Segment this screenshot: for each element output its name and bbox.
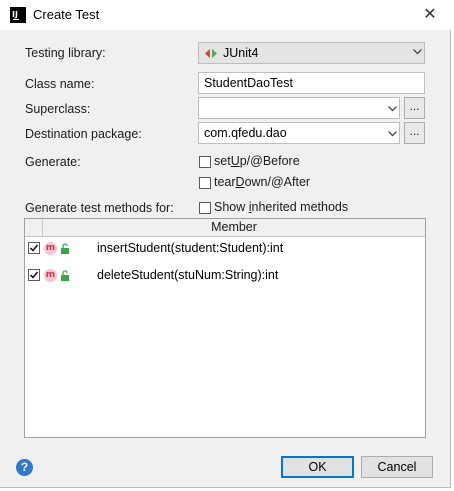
chevron-down-icon [413,49,422,56]
testing-library-value: JUnit4 [223,46,259,60]
junit-icon [205,48,217,59]
table-row[interactable]: m insertStudent(student:Student):int [25,237,425,261]
method-icon: m [44,269,57,282]
method-signature: insertStudent(student:Student):int [97,241,284,255]
class-name-input[interactable]: StudentDaoTest [198,72,425,94]
table-row[interactable]: m deleteStudent(stuNum:String):int [25,264,425,288]
intellij-app-icon: IJ [10,7,26,23]
destination-browse-button[interactable]: ... [404,122,425,144]
title-bar: IJ Create Test ✕ [0,0,451,30]
show-inherited-checkbox[interactable] [199,202,211,214]
ok-button[interactable]: OK [281,456,354,478]
teardown-label[interactable]: tearDown/@After [214,175,310,189]
setup-label[interactable]: setUp/@Before [214,154,300,168]
superclass-combo[interactable] [198,97,400,119]
row-checkbox[interactable] [28,269,40,281]
superclass-browse-button[interactable]: ... [404,97,425,119]
testing-library-label: Testing library: [25,46,106,60]
row-checkbox[interactable] [28,242,40,254]
chevron-down-icon[interactable] [388,131,397,138]
destination-package-label: Destination package: [25,127,142,141]
superclass-label: Superclass: [25,102,91,116]
cancel-button[interactable]: Cancel [361,456,433,478]
help-icon[interactable]: ? [16,459,33,476]
public-lock-icon [60,243,70,254]
teardown-checkbox[interactable] [199,177,211,189]
create-test-dialog: IJ Create Test ✕ Testing library: JUnit4… [0,0,451,488]
method-signature: deleteStudent(stuNum:String):int [97,268,279,282]
destination-package-value: com.qfedu.dao [204,126,287,140]
method-icon: m [44,242,57,255]
chevron-down-icon[interactable] [388,106,397,113]
window-title: Create Test [33,7,100,22]
setup-checkbox[interactable] [199,156,211,168]
member-table: Member m insertStudent(student:Student):… [24,218,426,438]
destination-package-combo[interactable]: com.qfedu.dao [198,122,400,144]
member-column-header[interactable]: Member [43,220,425,234]
public-lock-icon [60,270,70,281]
close-button[interactable]: ✕ [415,0,445,30]
show-inherited-label[interactable]: Show inherited methods [214,200,348,214]
generate-label: Generate: [25,155,81,169]
testing-library-select[interactable]: JUnit4 [198,42,425,64]
class-name-label: Class name: [25,77,95,91]
methods-for-label: Generate test methods for: [25,201,174,215]
table-header: Member [25,219,425,237]
